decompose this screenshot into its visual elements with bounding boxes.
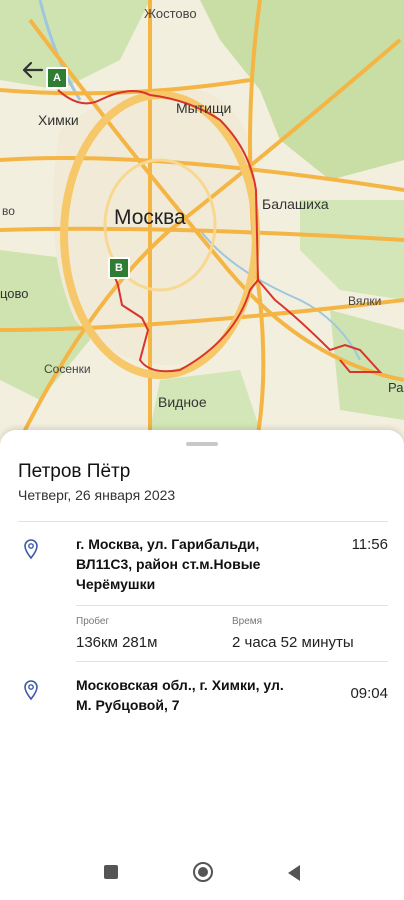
start-address-line2: М. Рубцовой, 7 — [76, 697, 180, 713]
distance-value: 136км 281м — [76, 634, 158, 651]
marker-b-label: B — [115, 262, 123, 274]
start-address-line1: Московская обл., г. Химки, ул. — [76, 677, 284, 693]
end-time: 11:56 — [351, 536, 388, 553]
end-address: г. Москва, ул. Гарибальди, ВЛ11С3, район… — [76, 534, 316, 594]
square-icon — [104, 865, 118, 879]
start-time: 09:04 — [350, 685, 388, 702]
end-address-line3: Черёмушки — [76, 576, 156, 592]
map-label-sosenki: Сосенки — [44, 362, 91, 376]
map-label-khimki: Химки — [38, 112, 79, 128]
status-bar — [0, 6, 404, 28]
system-back-button[interactable] — [286, 864, 302, 887]
distance-label: Пробег — [76, 616, 110, 627]
location-pin-icon — [24, 680, 38, 701]
duration-value: 2 часа 52 минуты — [232, 634, 354, 651]
marker-a-label: A — [53, 72, 61, 84]
trip-date: Четверг, 26 января 2023 — [18, 487, 176, 503]
home-button[interactable] — [192, 861, 214, 888]
map-label-moskva: Москва — [114, 206, 186, 229]
circle-icon — [193, 862, 213, 882]
duration-label: Время — [232, 616, 263, 627]
map-label-zhostovo: Жостово — [144, 6, 197, 21]
map-label-vidnoe: Видное — [158, 394, 207, 410]
location-pin-icon — [24, 539, 38, 560]
system-nav-bar — [0, 846, 404, 900]
arrow-left-icon — [22, 61, 44, 79]
map-label-right: Ра — [388, 380, 404, 395]
trip-details-sheet[interactable]: Петров Пётр Четверг, 26 января 2023 г. М… — [0, 430, 404, 900]
back-button[interactable] — [16, 56, 50, 84]
divider — [18, 521, 388, 522]
divider — [76, 605, 388, 606]
drag-handle[interactable] — [186, 442, 218, 446]
map-label-left-2: цово — [0, 286, 29, 301]
end-address-line1: г. Москва, ул. Гарибальди, — [76, 536, 260, 552]
map-label-balashikha: Балашиха — [262, 196, 329, 212]
divider — [76, 661, 388, 662]
marker-b[interactable]: B — [108, 257, 130, 279]
map-label-left-1: во — [2, 204, 15, 218]
map-label-vyalki: Вялки — [348, 294, 382, 308]
map-label-mytishchi: Мытищи — [176, 100, 232, 116]
start-address: Московская обл., г. Химки, ул. М. Рубцов… — [76, 675, 316, 715]
recents-button[interactable] — [103, 864, 119, 885]
triangle-back-icon — [288, 865, 300, 881]
map-view[interactable]: Жостово Химки Мытищи Москва Балашиха Вид… — [0, 0, 404, 470]
end-address-line2: ВЛ11С3, район ст.м.Новые — [76, 556, 261, 572]
person-name: Петров Пётр — [18, 461, 131, 482]
